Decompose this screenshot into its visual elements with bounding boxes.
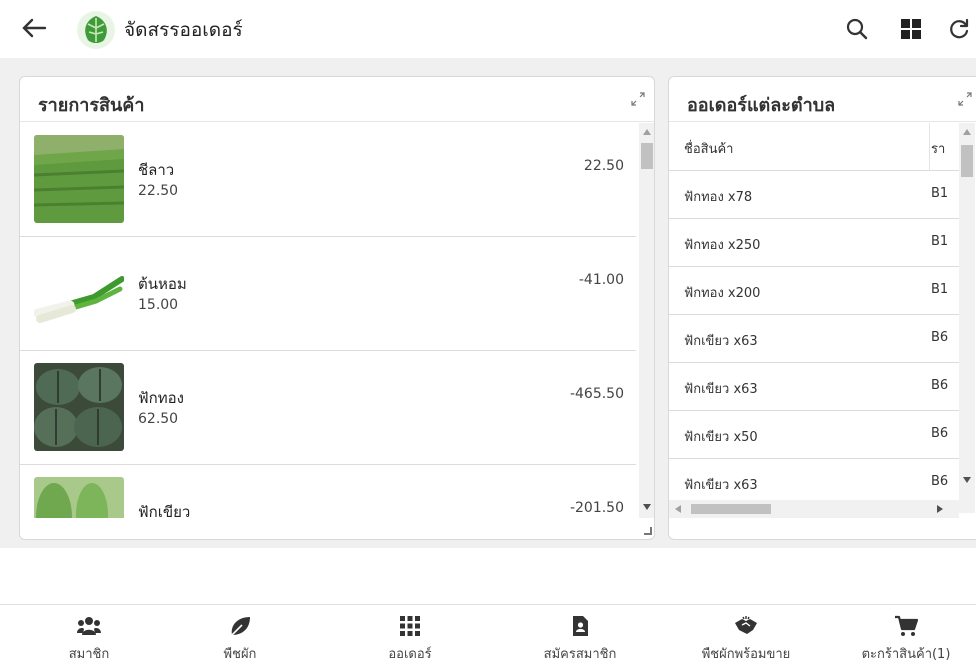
table-row[interactable]: ฟักทอง x78 B1	[669, 171, 959, 219]
table-cell-product: ฟักเขียว x63	[684, 478, 758, 493]
table-cell-product: ฟักเขียว x63	[684, 334, 758, 349]
search-button[interactable]	[840, 12, 874, 46]
cart-icon	[895, 615, 918, 636]
product-amount: -41.00	[578, 272, 624, 288]
product-amount: 22.50	[583, 158, 624, 174]
back-button[interactable]	[18, 12, 50, 44]
orders-panel-title: ออเดอร์แต่ละตำบล	[687, 95, 836, 116]
resize-handle[interactable]	[644, 527, 652, 535]
nav-label: สมัครสมาชิก	[543, 647, 617, 662]
scroll-left-icon[interactable]	[675, 505, 681, 513]
hscrollbar-thumb[interactable]	[691, 504, 771, 514]
scroll-up-icon[interactable]	[643, 129, 651, 135]
search-icon	[846, 18, 868, 40]
orders-table-scrollbar[interactable]	[959, 123, 975, 513]
product-name: ฟักทอง	[138, 389, 184, 407]
product-price: 22.50	[138, 183, 179, 199]
bottom-nav: สมาชิก พืชผัก ออเดอร์ สมัครสมาชิก พืชผัก…	[0, 604, 976, 670]
orders-table-hscrollbar[interactable]	[669, 500, 959, 518]
spring-onion-image	[34, 249, 124, 337]
table-cell-code: B6	[931, 474, 949, 489]
nav-label: พืชผัก	[223, 647, 257, 662]
table-cell-code: B6	[931, 330, 949, 345]
table-row[interactable]: ฟักเขียว x63 B6	[669, 315, 959, 363]
list-item[interactable]: ชีลาว 22.50 22.50	[20, 123, 636, 237]
list-item[interactable]: ฟักเขียว -201.50	[20, 465, 636, 518]
scroll-right-icon[interactable]	[937, 505, 943, 513]
winter-melon-image	[34, 477, 124, 518]
table-row[interactable]: ฟักทอง x250 B1	[669, 219, 959, 267]
table-cell-product: ฟักทอง x250	[684, 238, 761, 253]
table-cell-code: B1	[931, 282, 949, 297]
product-amount: -201.50	[569, 500, 624, 516]
table-cell-product: ฟักทอง x200	[684, 286, 761, 301]
nav-item-members[interactable]: สมาชิก	[19, 615, 159, 667]
nav-label: ตะกร้าสินค้า(1)	[861, 647, 951, 662]
list-item[interactable]: ต้นหอม 15.00 -41.00	[20, 237, 636, 351]
handshake-icon	[735, 616, 757, 634]
nav-label: ออเดอร์	[388, 647, 432, 662]
products-panel-title: รายการสินค้า	[38, 95, 145, 116]
table-cell-code: B1	[931, 186, 949, 201]
table-cell-code: B6	[931, 426, 949, 441]
product-name: ฟักเขียว	[138, 503, 191, 518]
scroll-down-icon[interactable]	[963, 477, 971, 483]
table-row[interactable]: ฟักเขียว x63 B6	[669, 363, 959, 411]
content-area: รายการสินค้า ชีลาว 22.50 22.50 ต้นหอม 15…	[0, 58, 976, 548]
expand-icon[interactable]	[957, 91, 973, 107]
dill-field-image	[34, 135, 124, 223]
table-cell-product: ฟักเขียว x50	[684, 430, 758, 445]
scroll-up-icon[interactable]	[963, 129, 971, 135]
expand-icon[interactable]	[630, 91, 646, 107]
grid-view-button[interactable]	[894, 12, 928, 46]
orders-panel-header: ออเดอร์แต่ละตำบล	[669, 77, 976, 122]
nav-label: พืชผักพร้อมขาย	[701, 647, 791, 662]
nav-item-register[interactable]: สมัครสมาชิก	[510, 615, 650, 667]
vegetable-logo-icon	[76, 10, 116, 50]
orders-table[interactable]: ชื่อสินค้า รา ฟักทอง x78 B1 ฟักทอง x250 …	[669, 123, 959, 501]
product-price: 62.50	[138, 411, 179, 427]
products-panel: รายการสินค้า ชีลาว 22.50 22.50 ต้นหอม 15…	[19, 76, 655, 540]
grid-icon	[400, 616, 420, 636]
product-price: 15.00	[138, 297, 179, 313]
product-list[interactable]: ชีลาว 22.50 22.50 ต้นหอม 15.00 -41.00 ฟั…	[20, 123, 636, 518]
column-divider	[929, 123, 930, 171]
users-icon	[77, 617, 101, 635]
table-row[interactable]: ฟักทอง x200 B1	[669, 267, 959, 315]
table-cell-code: B6	[931, 378, 949, 393]
grid-view-icon	[901, 19, 921, 39]
nav-item-cart[interactable]: ตะกร้าสินค้า(1)	[836, 615, 976, 667]
product-name: ชีลาว	[138, 161, 175, 179]
table-header-row: ชื่อสินค้า รา	[669, 123, 959, 171]
scrollbar-thumb[interactable]	[641, 143, 653, 169]
product-list-scrollbar[interactable]	[639, 123, 654, 518]
column-header-code[interactable]: รา	[931, 138, 959, 159]
nav-label: สมาชิก	[68, 647, 110, 662]
page-title: จัดสรรออเดอร์	[124, 19, 243, 41]
product-amount: -465.50	[569, 386, 624, 402]
refresh-icon	[950, 18, 969, 39]
id-card-icon	[573, 616, 588, 636]
scrollbar-thumb[interactable]	[961, 145, 973, 177]
arrow-left-icon	[22, 18, 47, 38]
orders-panel: ออเดอร์แต่ละตำบล ชื่อสินค้า รา ฟักทอง x7…	[668, 76, 976, 540]
app-bar: จัดสรรออเดอร์	[0, 0, 976, 58]
scroll-down-icon[interactable]	[643, 504, 651, 510]
nav-item-vegetables[interactable]: พืชผัก	[170, 615, 310, 667]
refresh-button[interactable]	[942, 12, 976, 46]
pumpkin-image	[34, 363, 124, 451]
table-cell-product: ฟักเขียว x63	[684, 382, 758, 397]
leaf-icon	[229, 617, 250, 637]
table-cell-product: ฟักทอง x78	[684, 190, 753, 205]
table-row[interactable]: ฟักเขียว x50 B6	[669, 411, 959, 459]
nav-item-ready-vegetables[interactable]: พืชผักพร้อมขาย	[676, 615, 816, 667]
column-header-product[interactable]: ชื่อสินค้า	[684, 138, 733, 159]
table-cell-code: B1	[931, 234, 949, 249]
list-item[interactable]: ฟักทอง 62.50 -465.50	[20, 351, 636, 465]
nav-item-orders[interactable]: ออเดอร์	[340, 615, 480, 667]
products-panel-header: รายการสินค้า	[20, 77, 654, 122]
product-name: ต้นหอม	[138, 275, 187, 293]
table-row[interactable]: ฟักเขียว x63 B6	[669, 459, 959, 501]
